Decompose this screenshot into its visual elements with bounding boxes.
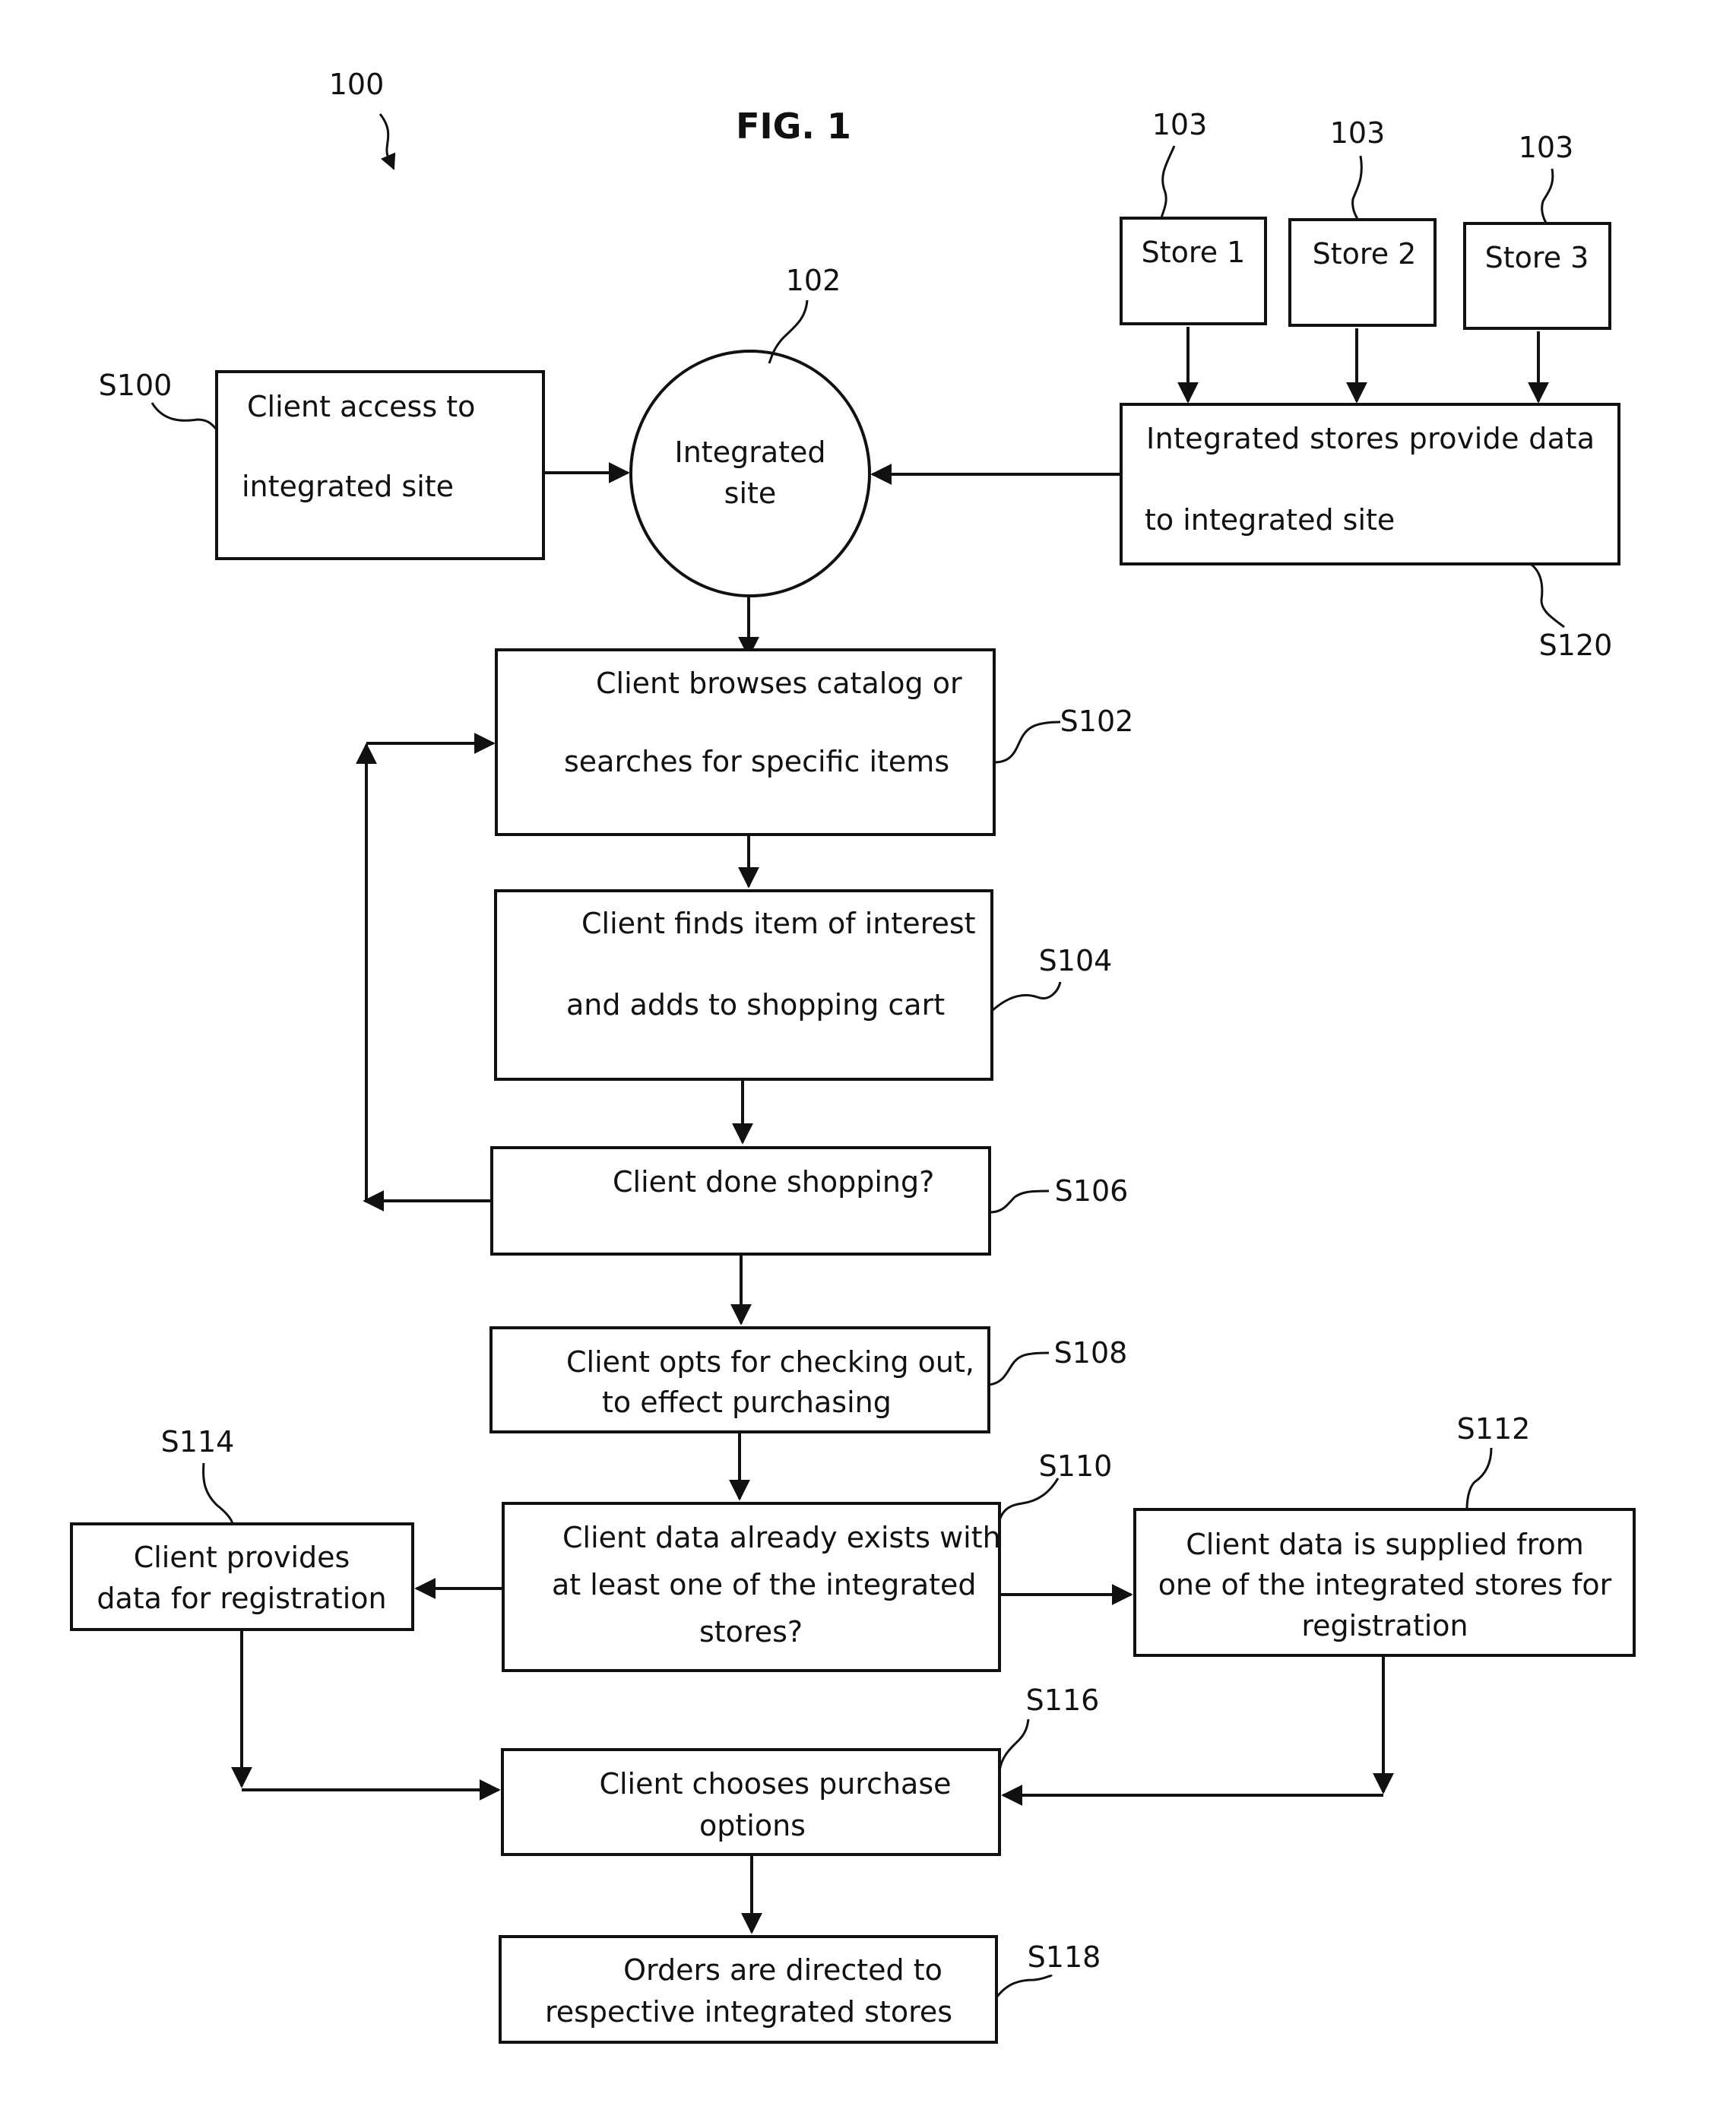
node-s108: Client opts for checking out, to effect … xyxy=(489,1326,1128,1433)
node-s114-leader xyxy=(202,1462,234,1525)
node-store-3: Store 3 103 xyxy=(1463,131,1611,330)
node-s104-line-1: Client finds item of interest xyxy=(581,907,976,940)
node-store-1: Store 1 103 xyxy=(1120,108,1267,325)
node-s100-line-1: Client access to xyxy=(247,390,475,423)
node-s116-line-1: Client chooses purchase xyxy=(599,1767,951,1801)
node-s114-line-2: data for registration xyxy=(97,1582,386,1615)
node-s102: Client browses catalog or searches for s… xyxy=(495,648,1134,836)
node-s108-id: S108 xyxy=(1054,1336,1128,1370)
node-s118: Orders are directed to respective integr… xyxy=(499,1935,1101,2044)
node-s108-line-2: to effect purchasing xyxy=(602,1386,892,1419)
node-s110-leader xyxy=(998,1478,1060,1521)
store-3-leader xyxy=(1541,168,1554,225)
node-s112-line-2: one of the integrated stores for xyxy=(1158,1568,1612,1601)
node-s114: Client provides data for registration S1… xyxy=(70,1425,414,1631)
node-s104-id: S104 xyxy=(1039,944,1113,977)
node-s102-leader xyxy=(993,721,1061,764)
node-s120-leader xyxy=(1530,563,1565,629)
node-s104-leader xyxy=(990,981,1062,1012)
node-integrated-site: Integrated site 102 xyxy=(629,264,871,597)
figure-title: FIG. 1 xyxy=(736,106,851,147)
node-s102-line-2: searches for specific items xyxy=(564,745,949,778)
node-s114-id: S114 xyxy=(161,1425,235,1459)
node-s118-line-1: Orders are directed to xyxy=(623,1953,942,1987)
store-1-leader xyxy=(1160,145,1176,219)
node-s116: Client chooses purchase options S116 xyxy=(501,1683,1100,1856)
node-s110-line-3: stores? xyxy=(699,1615,803,1649)
node-s118-id: S118 xyxy=(1028,1940,1101,1974)
node-s102-id: S102 xyxy=(1060,705,1134,738)
node-s100-leader xyxy=(150,402,218,431)
node-s120-id: S120 xyxy=(1539,629,1613,662)
node-s108-line-1: Client opts for checking out, xyxy=(566,1345,974,1379)
node-s120-line-1: Integrated stores provide data xyxy=(1146,422,1595,455)
node-s120: Integrated stores provide data to integr… xyxy=(1120,403,1620,662)
store-3-id: 103 xyxy=(1519,131,1574,164)
node-s104: Client finds item of interest and adds t… xyxy=(494,889,1113,1081)
store-2-leader xyxy=(1351,155,1363,221)
node-site-line-2: site xyxy=(724,477,777,510)
node-s116-leader xyxy=(998,1718,1030,1772)
node-s118-leader xyxy=(995,1975,1053,1998)
node-s116-id: S116 xyxy=(1026,1683,1100,1717)
node-s112-id: S112 xyxy=(1457,1412,1531,1446)
store-3-label: Store 3 xyxy=(1485,241,1589,274)
node-s118-line-2: respective integrated stores xyxy=(545,1995,952,2029)
figure-ref-label: 100 xyxy=(329,68,385,101)
store-1-label: Store 1 xyxy=(1142,236,1246,269)
node-s112: Client data is supplied from one of the … xyxy=(1133,1412,1636,1657)
node-s112-line-1: Client data is supplied from xyxy=(1186,1528,1583,1561)
node-s110: Client data already exists with at least… xyxy=(502,1449,1113,1672)
node-s110-line-2: at least one of the integrated xyxy=(552,1568,977,1601)
node-site-line-1: Integrated xyxy=(675,436,826,469)
store-2-label: Store 2 xyxy=(1313,237,1417,271)
node-s106-leader xyxy=(989,1189,1050,1214)
store-2-id: 103 xyxy=(1330,116,1386,150)
node-s106: Client done shopping? S106 xyxy=(490,1146,1129,1256)
node-s100: Client access to integrated site S100 xyxy=(99,369,545,560)
node-s104-line-2: and adds to shopping cart xyxy=(566,988,945,1021)
node-s112-line-3: registration xyxy=(1301,1609,1468,1642)
node-s110-id: S110 xyxy=(1039,1449,1113,1483)
node-s114-line-1: Client provides xyxy=(134,1541,350,1574)
node-s102-line-1: Client browses catalog or xyxy=(596,667,962,700)
node-s100-id: S100 xyxy=(99,369,173,402)
figure-ref-arrow xyxy=(379,113,396,170)
node-s106-line-1: Client done shopping? xyxy=(613,1165,934,1199)
flowchart: FIG. 1 100 Client access to integrated s… xyxy=(70,68,1636,2044)
node-s110-line-1: Client data already exists with xyxy=(562,1521,1001,1554)
store-1-id: 103 xyxy=(1152,108,1208,141)
node-s100-line-2: integrated site xyxy=(242,470,454,503)
node-s112-leader xyxy=(1465,1447,1493,1510)
node-s116-line-2: options xyxy=(699,1809,806,1842)
node-site-id: 102 xyxy=(786,264,841,297)
node-store-2: Store 2 103 xyxy=(1288,116,1437,327)
node-s108-leader xyxy=(988,1351,1050,1386)
node-s120-line-2: to integrated site xyxy=(1145,503,1395,537)
node-s106-id: S106 xyxy=(1055,1174,1129,1208)
